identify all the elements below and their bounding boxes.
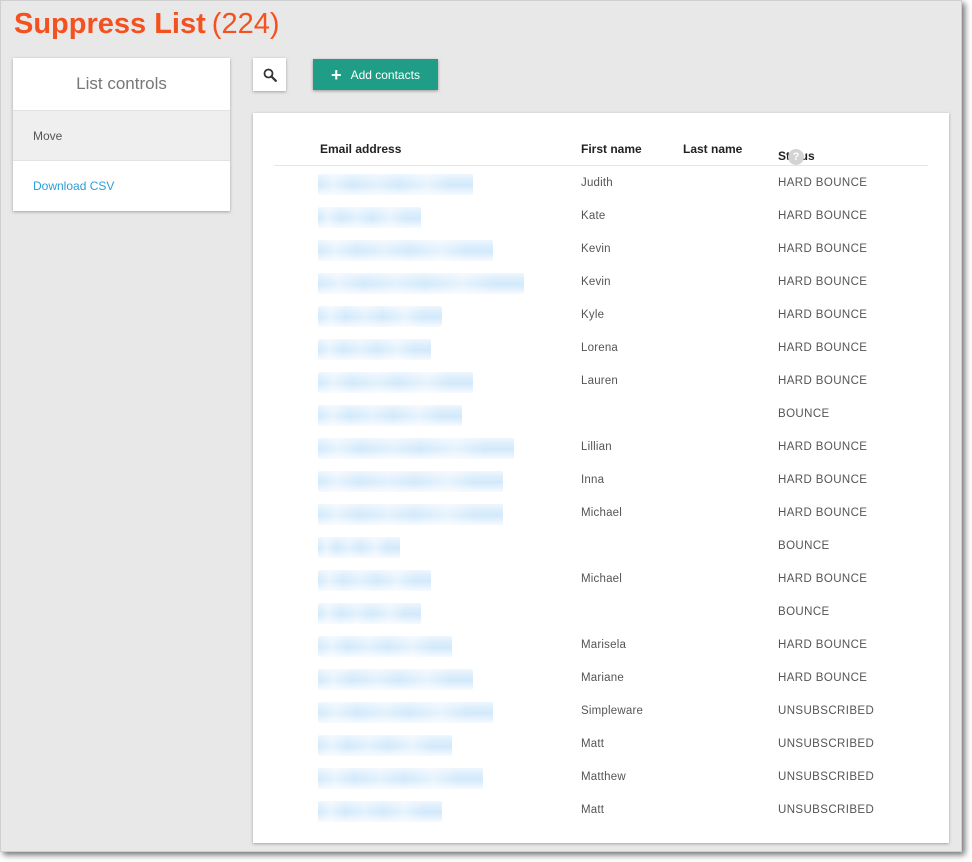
email-cell-redacted xyxy=(318,603,421,624)
plus-icon: + xyxy=(331,64,342,85)
list-count: (224) xyxy=(211,8,280,40)
status-cell: BOUNCE xyxy=(778,408,830,420)
status-cell: UNSUBSCRIBED xyxy=(778,738,875,750)
column-header-last-name[interactable]: Last name xyxy=(683,142,742,156)
column-header-email[interactable]: Email address xyxy=(320,142,401,156)
status-cell: HARD BOUNCE xyxy=(778,573,868,585)
status-cell: HARD BOUNCE xyxy=(778,375,868,387)
status-cell: HARD BOUNCE xyxy=(778,309,868,321)
list-controls-panel: List controls Move Download CSV xyxy=(13,58,230,211)
email-cell-redacted xyxy=(318,735,452,756)
first-name-cell: Marisela xyxy=(581,639,627,651)
app-frame: Suppress List (224) List controls Move Do… xyxy=(0,0,962,852)
table-row[interactable]: BOUNCE xyxy=(274,530,928,563)
page-title-text: Suppress List xyxy=(14,8,206,40)
first-name-cell: Kyle xyxy=(581,309,605,321)
first-name-cell: Lillian xyxy=(581,441,612,453)
status-cell: BOUNCE xyxy=(778,606,830,618)
email-cell-redacted xyxy=(318,174,473,195)
email-cell-redacted xyxy=(318,207,421,228)
first-name-cell: Judith xyxy=(581,177,613,189)
first-name-cell: Inna xyxy=(581,474,605,486)
status-cell: HARD BOUNCE xyxy=(778,474,868,486)
email-cell-redacted xyxy=(318,801,442,822)
table-row[interactable]: Simpleware UNSUBSCRIBED xyxy=(274,695,928,728)
email-cell-redacted xyxy=(318,240,493,261)
first-name-cell: Mariane xyxy=(581,672,624,684)
add-contacts-button[interactable]: + Add contacts xyxy=(313,59,438,90)
email-cell-redacted xyxy=(318,537,400,558)
status-cell: HARD BOUNCE xyxy=(778,507,868,519)
table-row[interactable]: Marisela HARD BOUNCE xyxy=(274,629,928,662)
first-name-cell: Matt xyxy=(581,738,605,750)
status-cell: HARD BOUNCE xyxy=(778,342,868,354)
table-row[interactable]: Matt UNSUBSCRIBED xyxy=(274,794,928,827)
table-row[interactable]: BOUNCE xyxy=(274,398,928,431)
email-cell-redacted xyxy=(318,405,462,426)
status-cell: UNSUBSCRIBED xyxy=(778,804,875,816)
first-name-cell: Kevin xyxy=(581,276,611,288)
email-cell-redacted xyxy=(318,273,524,294)
first-name-cell: Matthew xyxy=(581,771,626,783)
search-icon xyxy=(263,68,277,82)
table-row[interactable]: Lorena HARD BOUNCE xyxy=(274,332,928,365)
status-cell: HARD BOUNCE xyxy=(778,276,868,288)
status-cell: HARD BOUNCE xyxy=(778,210,868,222)
first-name-cell: Lorena xyxy=(581,342,619,354)
page-title: Suppress List (224) xyxy=(14,6,279,42)
first-name-cell: Kevin xyxy=(581,243,611,255)
email-cell-redacted xyxy=(318,504,503,525)
table-row[interactable]: Michael HARD BOUNCE xyxy=(274,497,928,530)
table-row[interactable]: Lauren HARD BOUNCE xyxy=(274,365,928,398)
table-row[interactable]: BOUNCE xyxy=(274,596,928,629)
table-row[interactable]: Matthew UNSUBSCRIBED xyxy=(274,761,928,794)
table-row[interactable]: Judith HARD BOUNCE xyxy=(274,167,928,200)
status-cell: UNSUBSCRIBED xyxy=(778,705,875,717)
help-icon[interactable]: ? xyxy=(788,149,804,165)
status-cell: BOUNCE xyxy=(778,540,830,552)
first-name-cell: Lauren xyxy=(581,375,619,387)
table-row[interactable]: Inna HARD BOUNCE xyxy=(274,464,928,497)
table-row[interactable]: Kevin HARD BOUNCE xyxy=(274,266,928,299)
table-row[interactable]: Michael HARD BOUNCE xyxy=(274,563,928,596)
table-body: Judith HARD BOUNCE Kate HARD BOUNCE Kevin HAR… xyxy=(274,167,928,827)
table-row[interactable]: Kyle HARD BOUNCE xyxy=(274,299,928,332)
status-cell: HARD BOUNCE xyxy=(778,441,868,453)
column-header-first-name[interactable]: First name xyxy=(581,142,642,156)
add-contacts-label: Add contacts xyxy=(350,67,420,82)
table-row[interactable]: Lillian HARD BOUNCE xyxy=(274,431,928,464)
first-name-cell: Michael xyxy=(581,507,623,519)
email-cell-redacted xyxy=(318,339,431,360)
email-cell-redacted xyxy=(318,306,442,327)
table-header: Email address First name Last name Statu… xyxy=(274,135,928,166)
status-cell: HARD BOUNCE xyxy=(778,639,868,651)
status-cell: HARD BOUNCE xyxy=(778,243,868,255)
first-name-cell: Kate xyxy=(581,210,606,222)
email-cell-redacted xyxy=(318,768,483,789)
table-row[interactable]: Matt UNSUBSCRIBED xyxy=(274,728,928,761)
list-controls-header: List controls xyxy=(13,58,230,111)
email-cell-redacted xyxy=(318,702,493,723)
first-name-cell: Matt xyxy=(581,804,605,816)
table-row[interactable]: Kevin HARD BOUNCE xyxy=(274,233,928,266)
first-name-cell: Simpleware xyxy=(581,705,644,717)
status-cell: UNSUBSCRIBED xyxy=(778,771,875,783)
email-cell-redacted xyxy=(318,372,473,393)
move-button[interactable]: Move xyxy=(13,111,230,161)
email-cell-redacted xyxy=(318,471,503,492)
contacts-table: Email address First name Last name Statu… xyxy=(253,113,949,843)
first-name-cell: Michael xyxy=(581,573,623,585)
email-cell-redacted xyxy=(318,669,473,690)
status-cell: HARD BOUNCE xyxy=(778,672,868,684)
email-cell-redacted xyxy=(318,636,452,657)
search-button[interactable] xyxy=(253,58,286,91)
table-row[interactable]: Kate HARD BOUNCE xyxy=(274,200,928,233)
table-row[interactable]: Mariane HARD BOUNCE xyxy=(274,662,928,695)
email-cell-redacted xyxy=(318,438,514,459)
status-cell: HARD BOUNCE xyxy=(778,177,868,189)
download-csv-link[interactable]: Download CSV xyxy=(13,161,230,211)
email-cell-redacted xyxy=(318,570,431,591)
